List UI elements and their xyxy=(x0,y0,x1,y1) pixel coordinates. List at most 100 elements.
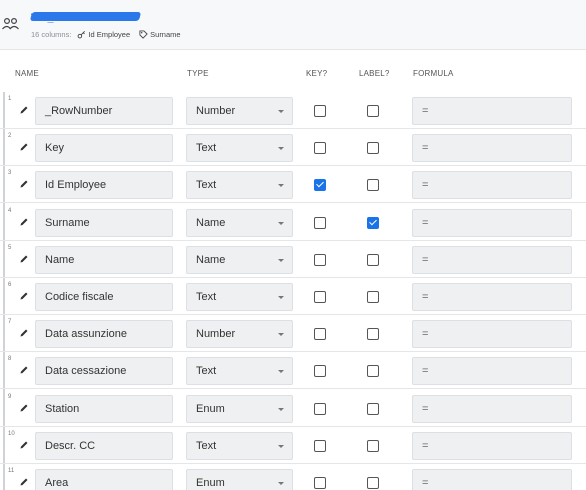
table-row: 1 _RowNumber Number = xyxy=(0,92,586,129)
key-checkbox[interactable] xyxy=(314,105,326,117)
pencil-icon[interactable] xyxy=(19,217,29,227)
label-checkbox[interactable] xyxy=(367,402,379,415)
formula-input[interactable]: = xyxy=(412,469,572,490)
table-row: 8 Data cessazione Text = xyxy=(0,352,586,390)
key-checkbox[interactable] xyxy=(314,402,326,415)
column-type-select[interactable]: Enum xyxy=(186,469,293,490)
table-row: 6 Codice fiscale Text = xyxy=(0,278,586,315)
column-type-select[interactable]: Enum xyxy=(186,394,293,423)
pencil-icon[interactable] xyxy=(19,477,29,487)
column-name-input[interactable]: Id Employee xyxy=(35,171,173,200)
label-checkbox[interactable] xyxy=(367,216,379,229)
people-icon xyxy=(2,17,19,30)
table-row: 7 Data assunzione Number = xyxy=(0,315,586,353)
row-index: 9 xyxy=(8,393,12,400)
caret-down-icon xyxy=(278,333,284,337)
label-checkbox[interactable] xyxy=(367,142,379,155)
column-type-select[interactable]: Text xyxy=(186,134,293,163)
formula-input[interactable]: = xyxy=(412,245,572,274)
key-checkbox[interactable] xyxy=(314,365,326,378)
label-checkbox[interactable] xyxy=(367,179,379,192)
pencil-icon[interactable] xyxy=(19,440,29,450)
formula-input[interactable]: = xyxy=(412,97,572,125)
key-checkbox[interactable] xyxy=(314,439,326,452)
column-name-input[interactable]: Key xyxy=(35,134,173,163)
formula-input[interactable]: = xyxy=(412,357,572,386)
formula-input[interactable]: = xyxy=(412,134,572,163)
key-checkbox[interactable] xyxy=(314,216,326,229)
column-name-input[interactable]: Name xyxy=(35,245,173,274)
tag-icon xyxy=(139,30,148,39)
key-checkbox[interactable] xyxy=(314,142,326,155)
formula-input[interactable]: = xyxy=(412,394,572,423)
table-row: 9 Station Enum = xyxy=(0,390,586,427)
pencil-icon[interactable] xyxy=(19,142,29,152)
row-index: 7 xyxy=(8,319,12,326)
pencil-icon[interactable] xyxy=(19,105,29,115)
row-index: 8 xyxy=(8,356,12,363)
column-header-key: KEY? xyxy=(306,69,328,78)
caret-down-icon xyxy=(278,110,284,113)
key-column-label: Id Employee xyxy=(88,30,131,39)
table-header-bar: Tbl_Co tazione 16 columns: Id Employee S… xyxy=(0,0,586,50)
column-type-select[interactable]: Name xyxy=(186,208,293,237)
column-type-select[interactable]: Text xyxy=(186,171,293,200)
column-name-input[interactable]: Descr. CC xyxy=(35,431,173,460)
column-type-value: Number xyxy=(196,328,236,341)
key-checkbox[interactable] xyxy=(314,328,326,341)
caret-down-icon xyxy=(278,370,284,374)
formula-input[interactable]: = xyxy=(412,431,572,460)
column-name-input[interactable]: Data assunzione xyxy=(35,320,173,349)
column-type-select[interactable]: Text xyxy=(186,283,293,311)
key-checkbox[interactable] xyxy=(314,179,326,192)
column-type-select[interactable]: Number xyxy=(186,97,293,125)
column-type-value: Text xyxy=(196,439,217,452)
formula-input[interactable]: = xyxy=(412,283,572,311)
column-name-input[interactable]: Station xyxy=(35,394,173,423)
key-checkbox[interactable] xyxy=(314,253,326,266)
pencil-icon[interactable] xyxy=(19,365,29,375)
column-name-input[interactable]: Codice fiscale xyxy=(35,283,173,311)
column-type-select[interactable]: Number xyxy=(186,320,293,349)
pencil-icon[interactable] xyxy=(19,328,29,338)
column-type-select[interactable]: Text xyxy=(186,431,293,460)
column-name-input[interactable]: _RowNumber xyxy=(35,97,173,125)
column-name-input[interactable]: Surname xyxy=(35,208,173,237)
caret-down-icon xyxy=(278,258,284,262)
table-row: 11 Area Enum = xyxy=(0,464,586,490)
label-checkbox[interactable] xyxy=(367,439,379,452)
pencil-icon[interactable] xyxy=(19,291,29,301)
label-checkbox[interactable] xyxy=(367,477,379,489)
row-index: 4 xyxy=(8,207,12,214)
label-checkbox[interactable] xyxy=(367,105,379,117)
caret-down-icon xyxy=(278,184,284,188)
formula-input[interactable]: = xyxy=(412,171,572,200)
column-header-type: TYPE xyxy=(187,69,209,78)
pencil-icon[interactable] xyxy=(19,403,29,413)
caret-down-icon xyxy=(278,407,284,411)
column-type-select[interactable]: Text xyxy=(186,357,293,386)
formula-input[interactable]: = xyxy=(412,320,572,349)
caret-down-icon xyxy=(278,482,284,485)
key-checkbox[interactable] xyxy=(314,291,326,303)
pencil-icon[interactable] xyxy=(19,254,29,264)
label-checkbox[interactable] xyxy=(367,291,379,303)
row-index: 6 xyxy=(8,282,12,288)
column-name-input[interactable]: Data cessazione xyxy=(35,357,173,386)
row-index: 2 xyxy=(8,133,12,140)
row-index: 11 xyxy=(8,468,15,474)
pencil-icon[interactable] xyxy=(19,179,29,189)
table-row: 4 Surname Name = xyxy=(0,204,586,241)
key-checkbox[interactable] xyxy=(314,477,326,489)
label-checkbox[interactable] xyxy=(367,253,379,266)
row-index: 5 xyxy=(8,244,12,251)
column-name-input[interactable]: Area xyxy=(35,469,173,490)
formula-input[interactable]: = xyxy=(412,208,572,237)
label-checkbox[interactable] xyxy=(367,328,379,341)
table-row: 10 Descr. CC Text = xyxy=(0,427,586,464)
label-checkbox[interactable] xyxy=(367,365,379,378)
column-header-name: NAME xyxy=(15,69,39,78)
column-header-label: LABEL? xyxy=(359,69,390,78)
column-type-select[interactable]: Name xyxy=(186,245,293,274)
row-index: 10 xyxy=(8,430,15,437)
